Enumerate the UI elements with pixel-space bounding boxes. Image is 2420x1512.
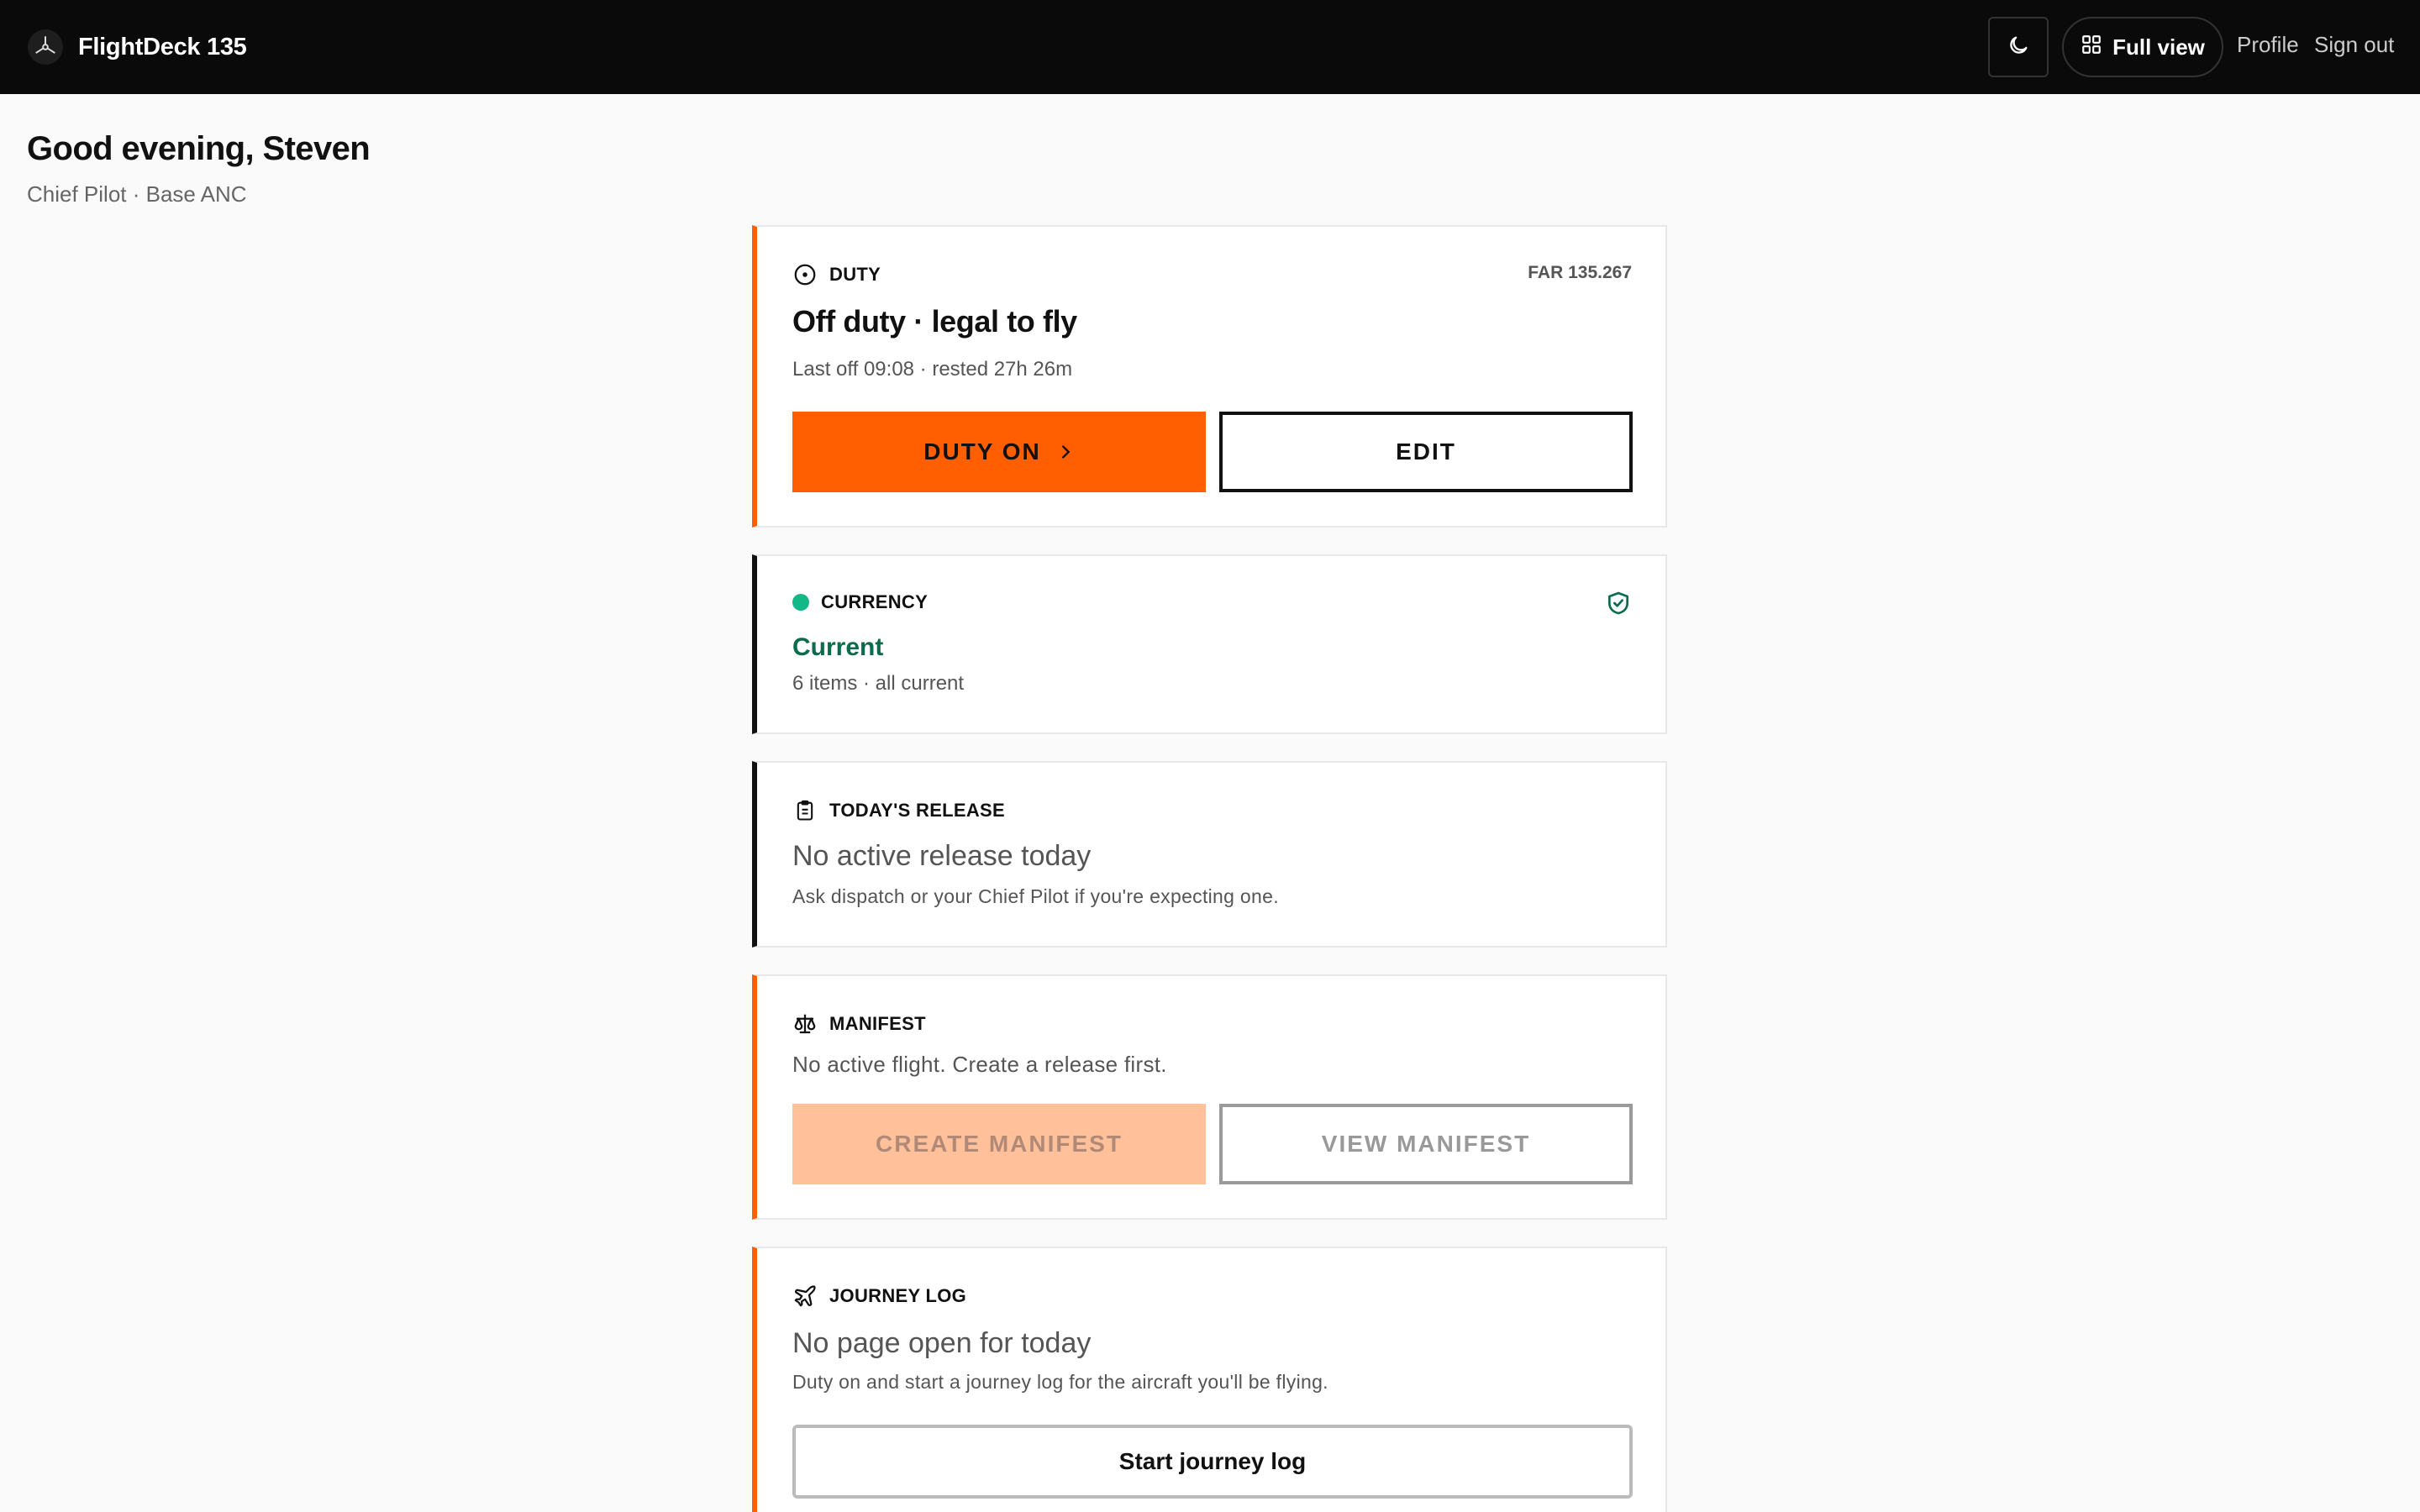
view-manifest-label: VIEW MANIFEST — [1321, 1131, 1531, 1157]
profile-link[interactable]: Profile — [2237, 32, 2299, 58]
airplane-icon — [792, 1284, 818, 1309]
create-manifest-button[interactable]: CREATE MANIFEST — [792, 1104, 1206, 1184]
currency-detail: 6 items · all current — [792, 672, 965, 695]
journey-detail: Duty on and start a journey log for the … — [792, 1371, 1328, 1393]
view-manifest-button[interactable]: VIEW MANIFEST — [1219, 1104, 1633, 1184]
shield-check-icon[interactable] — [1605, 590, 1632, 621]
propeller-logo-icon — [28, 29, 63, 65]
duty-label: DUTY — [829, 264, 881, 285]
manifest-card: MANIFEST No active flight. Create a rele… — [752, 974, 1667, 1220]
journey-card-header: JOURNEY LOG — [792, 1284, 966, 1309]
start-journey-log-label: Start journey log — [1118, 1448, 1307, 1474]
journey-label: JOURNEY LOG — [829, 1285, 967, 1306]
full-view-label: Full view — [2112, 34, 2205, 60]
release-card-header: TODAY'S RELEASE — [792, 798, 1005, 823]
currency-status: Current — [792, 633, 884, 661]
release-label: TODAY'S RELEASE — [829, 800, 1006, 821]
chevron-right-icon — [1056, 443, 1075, 461]
manifest-card-header: MANIFEST — [792, 1011, 926, 1037]
grid-icon — [2081, 34, 2102, 61]
release-detail: Ask dispatch or your Chief Pilot if you'… — [792, 885, 1279, 907]
manifest-detail: No active flight. Create a release first… — [792, 1052, 1167, 1077]
page-title: Good evening, Steven — [27, 130, 371, 167]
create-manifest-label: CREATE MANIFEST — [876, 1131, 1123, 1157]
currency-label: CURRENCY — [821, 591, 929, 612]
release-title: No active release today — [792, 840, 1092, 872]
duty-card-header: DUTY — [792, 262, 881, 287]
duty-card: DUTY FAR 135.267 Off duty · legal to fly… — [752, 225, 1667, 528]
sign-out-link[interactable]: Sign out — [2314, 32, 2394, 58]
role-subtitle: Chief Pilot · Base ANC — [27, 181, 247, 207]
currency-card: CURRENCY Current 6 items · all current — [752, 554, 1667, 734]
theme-toggle-button[interactable] — [1988, 17, 2049, 77]
manifest-label: MANIFEST — [829, 1013, 926, 1034]
clipboard-icon — [792, 798, 818, 823]
top-bar: FlightDeck 135 Full view Profile Sign ou… — [0, 0, 2420, 94]
currency-card-header: CURRENCY — [792, 591, 928, 613]
duty-detail: Last off 09:08 · rested 27h 26m — [792, 358, 1073, 381]
status-dot — [792, 594, 809, 611]
regulation-reference: FAR 135.267 — [1528, 263, 1632, 282]
duty-on-button[interactable]: DUTY ON — [792, 412, 1206, 492]
app-name: FlightDeck 135 — [78, 33, 247, 60]
duty-on-label: DUTY ON — [923, 438, 1041, 465]
journey-log-card: JOURNEY LOG No page open for today Duty … — [752, 1247, 1667, 1512]
brand[interactable]: FlightDeck 135 — [28, 28, 247, 66]
edit-duty-button[interactable]: EDIT — [1219, 412, 1633, 492]
scale-icon — [792, 1011, 818, 1037]
clock-circle-icon — [792, 262, 818, 287]
start-journey-log-button[interactable]: Start journey log — [792, 1425, 1633, 1499]
moon-icon — [2007, 34, 2030, 61]
duty-status: Off duty · legal to fly — [792, 304, 1077, 339]
edit-label: EDIT — [1396, 438, 1456, 465]
release-card: TODAY'S RELEASE No active release today … — [752, 761, 1667, 948]
journey-title: No page open for today — [792, 1327, 1092, 1359]
full-view-button[interactable]: Full view — [2062, 17, 2223, 77]
